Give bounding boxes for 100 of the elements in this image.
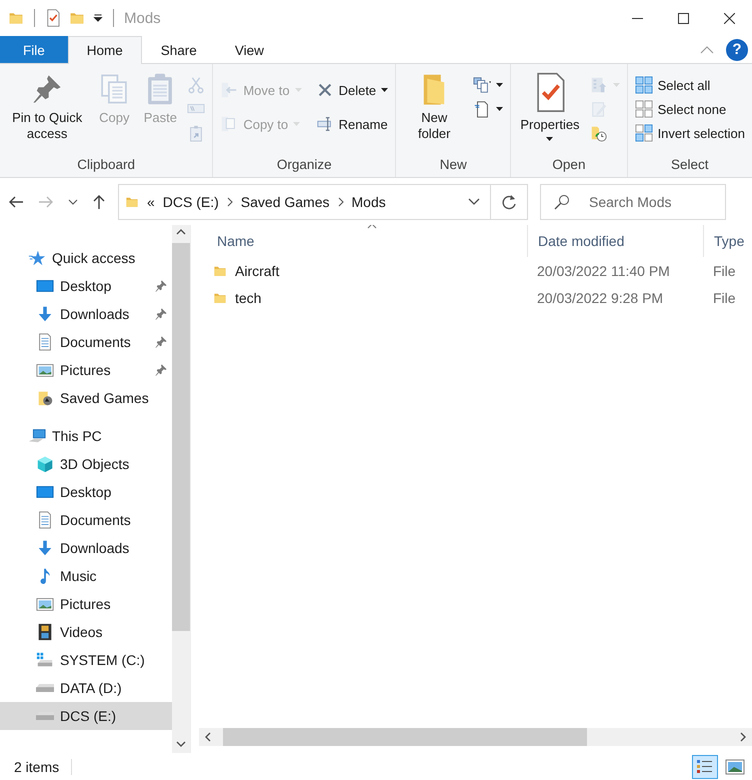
search-icon <box>554 194 570 210</box>
film-icon <box>36 623 54 641</box>
drive-icon <box>36 651 54 669</box>
chevron-right-icon <box>740 732 746 742</box>
type-cell-text: File <box>712 290 737 306</box>
pin-icon <box>154 335 168 349</box>
ribbon-button[interactable]: Delete <box>312 74 392 106</box>
chevron-up-icon <box>176 229 186 235</box>
caret-icon <box>496 106 504 112</box>
games-folder-icon <box>36 389 54 407</box>
group-label: New <box>438 156 468 174</box>
caret-icon <box>293 122 300 126</box>
item-count: 2 items <box>14 758 72 774</box>
nav-item[interactable]: Desktop <box>0 478 172 506</box>
nav-item[interactable]: 3D Objects <box>0 450 172 478</box>
cube-icon <box>36 455 54 473</box>
file-name[interactable]: tech <box>235 290 262 306</box>
nav-item[interactable]: Downloads <box>0 300 172 328</box>
ribbon-tab[interactable]: Share <box>142 36 216 63</box>
down-arrow-icon <box>36 305 54 323</box>
nav-item[interactable]: Quick access <box>0 244 172 272</box>
ribbon-button[interactable]: Rename <box>312 108 392 140</box>
date-modified-cell-text: 20/03/2022 9:28 PM <box>536 290 664 306</box>
type-cell-text: File <box>712 262 737 278</box>
ribbon-button[interactable]: Select none <box>632 98 748 120</box>
computer-icon <box>28 427 46 445</box>
nav-item[interactable]: Videos <box>0 618 172 646</box>
rename-icon <box>316 115 334 133</box>
collapse-ribbon-icon <box>700 46 714 54</box>
nav-item[interactable]: Desktop <box>0 272 172 300</box>
close-icon <box>724 12 734 24</box>
breadcrumb[interactable]: DCS (E:) <box>162 194 219 210</box>
file-name[interactable]: Aircraft <box>235 262 280 278</box>
ribbon-button[interactable]: Invert selection <box>632 122 748 144</box>
new-item-icon <box>473 76 492 94</box>
nav-item[interactable]: This PC <box>0 422 172 450</box>
chevron-right-icon <box>226 196 233 206</box>
history-icon <box>590 124 608 142</box>
nav-item[interactable]: DCS (E:) <box>0 702 172 730</box>
address-bar[interactable]: « DCS (E:) Saved Games Mods <box>118 184 528 220</box>
ribbon-tab[interactable]: View <box>216 36 283 63</box>
caret-icon <box>546 136 554 142</box>
select-none-icon <box>634 100 653 118</box>
nav-item[interactable]: Downloads <box>0 534 172 562</box>
ribbon-button[interactable]: Select all <box>632 74 748 96</box>
nav-item[interactable]: DATA (D:) <box>0 674 172 702</box>
group-label: Organize <box>276 156 333 174</box>
pencil-icon <box>590 100 608 118</box>
caret-icon <box>381 88 388 92</box>
column-header[interactable]: Date modified <box>527 225 703 257</box>
down-arrow-icon <box>36 539 54 557</box>
ribbon-button[interactable]: New folder <box>400 68 468 146</box>
back-arrow-icon <box>8 194 24 208</box>
monitor-icon <box>36 483 54 501</box>
group-label: Select <box>670 156 710 174</box>
nav-item[interactable]: Music <box>0 562 172 590</box>
chevron-down-icon <box>176 741 186 747</box>
breadcrumb[interactable]: Mods <box>352 194 386 210</box>
help-button[interactable]: ? <box>726 38 748 60</box>
ribbon-button[interactable]: Pin to Quick access <box>4 68 90 146</box>
ribbon-tab[interactable]: File <box>0 36 68 63</box>
chevron-right-icon <box>338 196 344 206</box>
nav-item[interactable]: Pictures <box>0 356 172 384</box>
group-label: Open <box>551 156 586 174</box>
large-icons-view-icon <box>725 756 745 776</box>
drive-icon <box>36 684 54 692</box>
nav-item[interactable]: Pictures <box>0 590 172 618</box>
pin-icon <box>154 307 168 321</box>
horizontal-scrollbar[interactable] <box>199 728 752 746</box>
column-header[interactable]: Name <box>207 225 527 257</box>
overflow-chevron[interactable]: « <box>147 194 155 210</box>
nav-item[interactable]: Documents <box>0 506 172 534</box>
picture-icon <box>36 361 54 379</box>
column-header[interactable]: Type <box>703 225 752 257</box>
scissors-icon <box>187 76 206 94</box>
nav-item[interactable]: SYSTEM (C:) <box>0 646 172 674</box>
vertical-scrollbar[interactable] <box>172 225 190 753</box>
caret-icon <box>496 82 504 88</box>
ribbon-tab[interactable]: Home <box>68 36 142 64</box>
search-field[interactable]: Search Mods <box>540 184 726 220</box>
document-icon <box>36 333 54 351</box>
pin-icon <box>154 279 168 293</box>
nav-item[interactable]: Documents <box>0 328 172 356</box>
pin-icon <box>154 363 168 377</box>
monitor-icon <box>36 277 54 295</box>
nav-item[interactable]: Saved Games <box>0 384 172 412</box>
checkmark-document-icon <box>45 9 61 27</box>
document-icon <box>36 511 54 529</box>
up-arrow-icon <box>92 194 106 210</box>
refresh-icon <box>501 194 517 210</box>
date-modified-cell-text: 20/03/2022 11:40 PM <box>536 262 671 278</box>
window-title: Mods <box>124 10 161 26</box>
picture-icon <box>36 595 54 613</box>
view-button[interactable] <box>692 754 718 778</box>
caret-icon <box>612 82 620 88</box>
forward-arrow-icon <box>38 194 54 208</box>
invert-selection-icon <box>634 124 653 142</box>
star-icon <box>28 249 46 267</box>
ribbon-button[interactable]: Properties <box>515 68 585 146</box>
breadcrumb[interactable]: Saved Games <box>240 194 330 210</box>
